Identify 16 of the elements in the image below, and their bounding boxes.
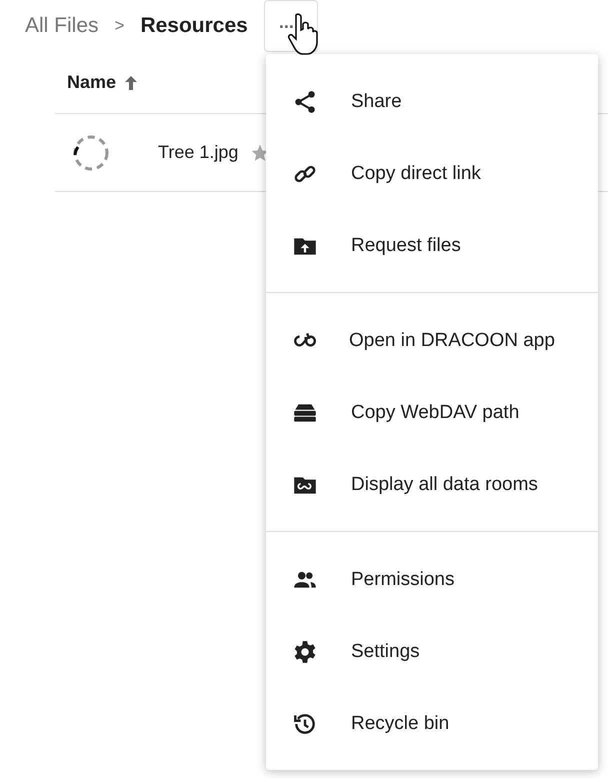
breadcrumb-separator: > — [114, 16, 124, 36]
menu-item[interactable]: Copy direct link — [266, 138, 598, 210]
menu-item[interactable]: Open in DRACOON app — [266, 305, 598, 377]
menu-item[interactable]: Share — [266, 66, 598, 138]
menu-item[interactable]: Permissions — [266, 544, 598, 616]
column-header[interactable]: Name — [67, 72, 116, 93]
menu-item[interactable]: Copy WebDAV path — [266, 377, 598, 449]
breadcrumb-item[interactable]: All Files — [25, 14, 99, 38]
menu-item[interactable]: Recycle bin — [266, 688, 598, 760]
menu-item[interactable]: Request files — [266, 210, 598, 282]
file-name[interactable]: Tree 1.jpg — [158, 142, 238, 163]
settings-icon — [292, 639, 318, 665]
breadcrumb-item[interactable]: Resources — [140, 14, 248, 38]
menu-item[interactable]: Display all data rooms — [266, 449, 598, 521]
menu-item[interactable]: Settings — [266, 616, 598, 688]
history-icon — [292, 711, 318, 737]
